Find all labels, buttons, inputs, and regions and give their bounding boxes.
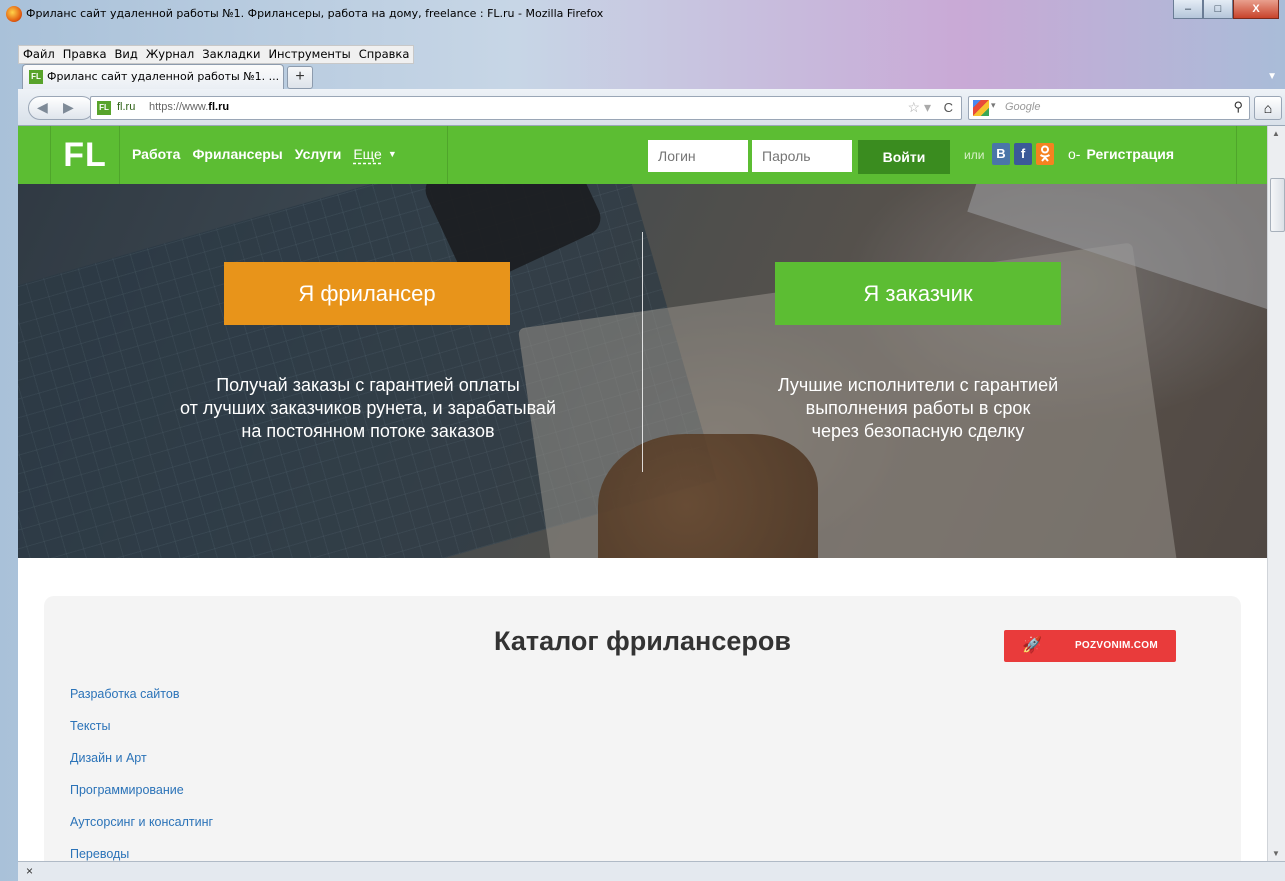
search-bar[interactable]: ▾ Google ⚲	[968, 96, 1250, 120]
catalog-item-translations[interactable]: Переводы	[70, 846, 213, 861]
i-am-freelancer-button[interactable]: Я фрилансер	[224, 262, 510, 325]
title-bar: Фриланс сайт удаленной работы №1. Фрилан…	[0, 0, 1285, 30]
identity-domain: fl.ru	[117, 101, 136, 113]
scrollbar-thumb[interactable]	[1270, 178, 1285, 232]
status-bar: ×	[18, 861, 1285, 881]
home-icon[interactable]: ⌂	[1254, 96, 1282, 120]
pozvonim-badge[interactable]: 🚀 POZVONIM.COM	[1004, 630, 1176, 662]
tabs-list-icon[interactable]: ▼	[1267, 71, 1277, 82]
search-icon[interactable]: ⚲	[1233, 99, 1243, 115]
site-identity-icon[interactable]: FL	[97, 101, 111, 115]
new-tab-button[interactable]: +	[287, 66, 313, 89]
navigation-toolbar: ◀ ▶ FL fl.ru https://www.fl.ru ☆ ▾ C ▾ G…	[18, 89, 1285, 126]
or-label: или	[964, 148, 985, 162]
bookmark-star-icon[interactable]: ☆ ▾	[908, 99, 931, 116]
tab-favicon-icon: FL	[29, 70, 43, 84]
login-button[interactable]: Войти	[858, 140, 950, 174]
close-addon-bar-icon[interactable]: ×	[26, 864, 33, 878]
menu-file[interactable]: Файл	[19, 46, 59, 63]
menu-history[interactable]: Журнал	[142, 46, 198, 63]
catalog-item-texts[interactable]: Тексты	[70, 718, 213, 750]
window-controls: – □ X	[1173, 0, 1279, 20]
nav-freelancers[interactable]: Фрилансеры	[192, 146, 282, 162]
reload-icon[interactable]: C	[944, 100, 953, 115]
nav-work[interactable]: Работа	[132, 146, 180, 162]
login-input[interactable]	[648, 140, 748, 172]
customer-text-line: Лучшие исполнители с гарантией	[777, 375, 1059, 395]
menu-help[interactable]: Справка	[355, 46, 414, 63]
url-text: https://www.fl.ru	[149, 101, 230, 113]
back-forward-buttons: ◀ ▶	[28, 96, 94, 120]
catalog-item-design[interactable]: Дизайн и Арт	[70, 750, 213, 782]
header-divider-right	[1236, 126, 1237, 184]
menu-bookmarks[interactable]: Закладки	[198, 46, 264, 63]
key-icon: o-	[1068, 146, 1081, 162]
nav-services[interactable]: Услуги	[295, 146, 342, 162]
browser-window: Фриланс сайт удаленной работы №1. Фрилан…	[0, 0, 1285, 881]
odnoklassniki-login-icon[interactable]	[1036, 143, 1054, 165]
rocket-icon: 🚀	[1022, 637, 1043, 654]
freelancer-text-line: Получай заказы с гарантией оплаты	[216, 375, 520, 395]
site-nav: Работа Фрилансеры Услуги Еще ▼	[132, 146, 397, 162]
register-label: Регистрация	[1086, 146, 1175, 162]
customer-description: Лучшие исполнители с гарантией выполнени…	[678, 374, 1158, 443]
catalog-item-programming[interactable]: Программирование	[70, 782, 213, 814]
customer-text-line: через безопасную сделку	[811, 421, 1025, 441]
chevron-down-icon[interactable]: ▼	[388, 146, 397, 162]
freelancer-text-line: на постоянном потоке заказов	[241, 421, 495, 441]
hero-banner: Я фрилансер Я заказчик Получай заказы с …	[18, 184, 1267, 558]
freelancer-description: Получай заказы с гарантией оплаты от луч…	[128, 374, 608, 443]
back-arrow-icon[interactable]: ◀	[37, 99, 48, 116]
url-bar[interactable]: FL fl.ru https://www.fl.ru ☆ ▾ C	[90, 96, 962, 120]
site-header: FL Работа Фрилансеры Услуги Еще ▼ Войти …	[18, 126, 1267, 184]
tab-label: Фриланс сайт удаленной работы №1. ...	[47, 70, 280, 83]
window-title: Фриланс сайт удаленной работы №1. Фрилан…	[26, 7, 604, 20]
scroll-up-icon[interactable]: ▲	[1272, 129, 1280, 138]
firefox-logo-icon	[6, 6, 22, 22]
site-logo[interactable]: FL	[50, 126, 120, 184]
customer-text-line: выполнения работы в срок	[805, 398, 1031, 418]
search-placeholder: Google	[1005, 101, 1041, 113]
hero-divider	[642, 232, 643, 472]
freelancer-catalog: Каталог фрилансеров 🚀 POZVONIM.COM Разра…	[44, 596, 1241, 861]
menu-edit[interactable]: Правка	[59, 46, 111, 63]
nav-more[interactable]: Еще	[353, 146, 382, 162]
browser-tab[interactable]: FL Фриланс сайт удаленной работы №1. ...	[22, 64, 284, 90]
scroll-down-icon[interactable]: ▼	[1272, 849, 1280, 858]
catalog-item-outsourcing[interactable]: Аутсорсинг и консалтинг	[70, 814, 213, 846]
menu-tools[interactable]: Инструменты	[264, 46, 354, 63]
search-engine-icon[interactable]	[973, 100, 989, 116]
register-link[interactable]: o- Регистрация	[1068, 146, 1174, 162]
menu-view[interactable]: Вид	[111, 46, 142, 63]
maximize-button[interactable]: □	[1203, 0, 1233, 19]
pozvonim-label: POZVONIM.COM	[1074, 640, 1158, 651]
vk-login-icon[interactable]: В	[992, 143, 1010, 165]
forward-arrow-icon[interactable]: ▶	[63, 99, 74, 116]
minimize-button[interactable]: –	[1173, 0, 1203, 19]
header-divider	[447, 126, 448, 184]
close-button[interactable]: X	[1233, 0, 1279, 19]
catalog-item-web-dev[interactable]: Разработка сайтов	[70, 686, 213, 718]
vertical-scrollbar[interactable]: ▲ ▼	[1267, 126, 1285, 861]
password-input[interactable]	[752, 140, 852, 172]
i-am-customer-button[interactable]: Я заказчик	[775, 262, 1061, 325]
page-viewport: FL Работа Фрилансеры Услуги Еще ▼ Войти …	[18, 126, 1267, 861]
freelancer-text-line: от лучших заказчиков рунета, и зарабатыв…	[180, 398, 556, 418]
engine-dropdown-icon[interactable]: ▾	[991, 100, 996, 111]
menu-bar: Файл Правка Вид Журнал Закладки Инструме…	[18, 45, 415, 64]
catalog-list: Разработка сайтов Тексты Дизайн и Арт Пр…	[70, 686, 213, 861]
facebook-login-icon[interactable]: f	[1014, 143, 1032, 165]
